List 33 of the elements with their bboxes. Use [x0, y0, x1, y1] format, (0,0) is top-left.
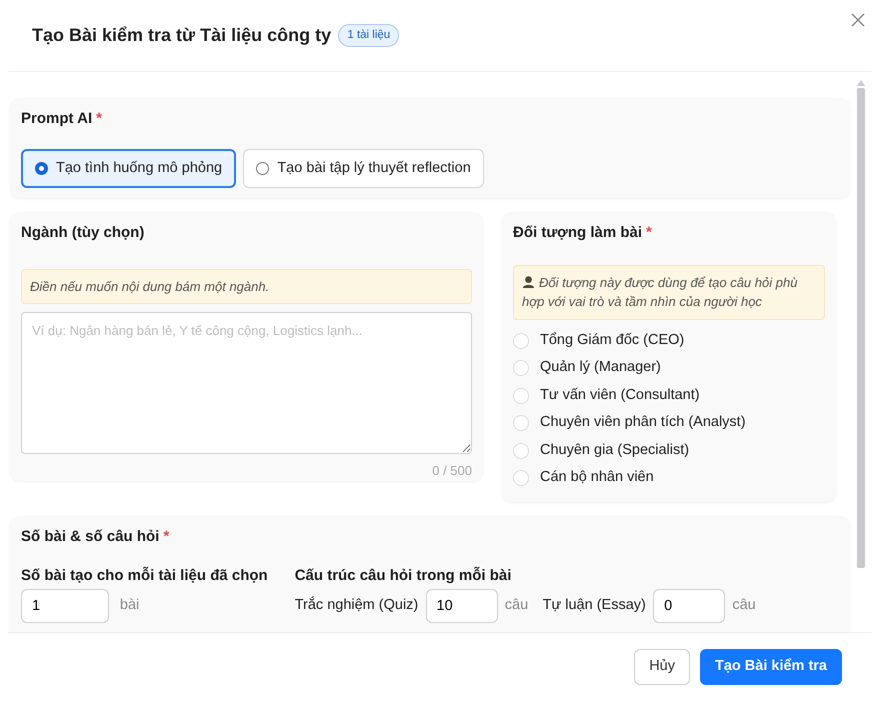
number-field[interactable]: 0 [653, 589, 726, 623]
person-icon [522, 274, 535, 288]
section-title: Số bài & số câu hỏi * [21, 527, 170, 547]
prompt-option[interactable]: Tạo bài tập lý thuyết reflection [243, 148, 484, 188]
unit-label: câu [732, 596, 756, 616]
field-label: Cấu trúc câu hỏi trong mỗi bài [294, 566, 512, 586]
unit-label: câu [504, 596, 528, 616]
field-label: Số bài tạo cho mỗi tài liệu đã chọn [21, 566, 268, 586]
audience-option[interactable]: Chuyên gia (Specialist) [513, 437, 825, 464]
cancel-button[interactable]: Hủy [634, 649, 690, 685]
section-title: Prompt AI * [21, 109, 103, 129]
dialog-title: Tạo Bài kiểm tra từ Tài liệu công ty [32, 24, 332, 47]
number-field[interactable]: 10 [426, 589, 498, 623]
hint-text: Đối tượng này được dùng để tạo câu hỏi phù hợp với vai trò và tầm nhìn của người học [522, 274, 798, 312]
field-label: Tự luận (Essay) [542, 596, 646, 616]
audience-option[interactable]: Chuyên viên phân tích (Analyst) [513, 410, 825, 437]
audience-option[interactable]: Tổng Giám đốc (CEO) [513, 327, 825, 354]
field-label: Trắc nghiệm (Quiz) [294, 595, 418, 616]
audience-option[interactable]: Quản lý (Manager) [513, 354, 825, 382]
create-button[interactable]: Tạo Bài kiểm tra [700, 649, 842, 685]
number-field[interactable]: 1 [21, 589, 109, 623]
prompt-option[interactable]: Tạo tình huống mô phỏng [21, 148, 236, 188]
scroll-up-icon[interactable] [857, 80, 865, 86]
character-counter: 0 / 500 [431, 462, 472, 480]
text-area[interactable]: Ví dụ: Ngân hàng bán lẻ, Y tế công cộng, Logistics lạnh... [21, 312, 472, 454]
close-icon[interactable] [850, 12, 866, 28]
document-count-badge: 1 tài liệu [338, 24, 400, 48]
unit-label: bài [120, 596, 140, 616]
audience-option[interactable]: Tư vấn viên (Consultant) [513, 382, 825, 410]
section-title: Ngành (tùy chọn) [21, 223, 146, 244]
audience-option[interactable]: Cán bộ nhân viên [513, 464, 825, 492]
section-title: Đối tượng làm bài * [513, 223, 653, 244]
hint-note: Điền nếu muốn nội dung bám một ngành. [21, 268, 472, 304]
